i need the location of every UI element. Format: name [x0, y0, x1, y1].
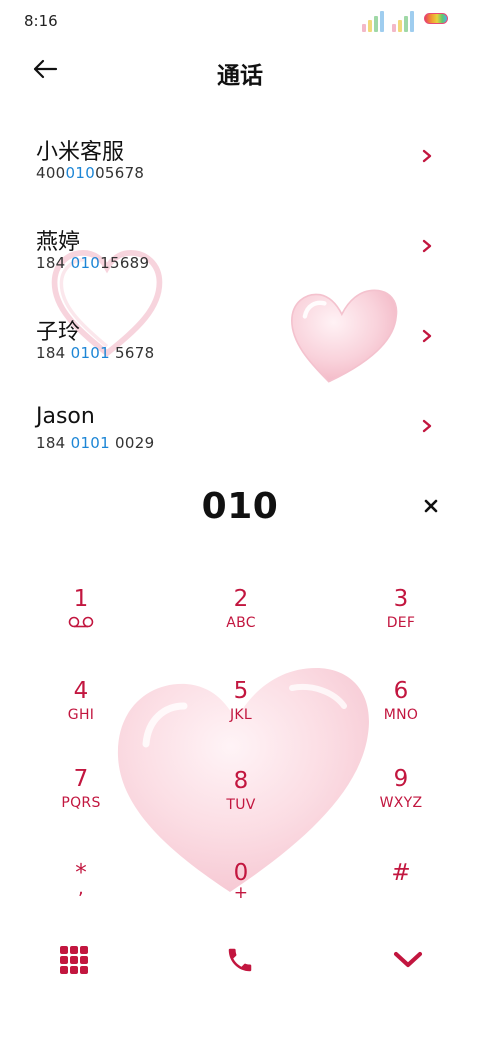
key-digit: 1	[73, 586, 89, 612]
key-hash[interactable]: #	[326, 834, 476, 914]
key-5[interactable]: 5 JKL	[166, 652, 316, 732]
number-suffix: 0029	[109, 434, 155, 452]
key-digit: 7	[73, 766, 89, 792]
contact-name: Jason	[36, 404, 95, 429]
key-0[interactable]: 0 +	[166, 834, 316, 914]
clear-button[interactable]	[418, 493, 444, 519]
key-1[interactable]: 1	[6, 560, 156, 640]
grid-icon	[60, 946, 88, 974]
wifi-icon	[392, 10, 416, 32]
contact-number: 40001005678	[36, 164, 144, 182]
contact-name: 子玲	[36, 320, 81, 345]
status-time: 8:16	[24, 12, 58, 30]
contact-name: 小米客服	[36, 140, 125, 165]
key-6[interactable]: 6 MNO	[326, 652, 476, 732]
key-letters: PQRS	[61, 795, 101, 811]
key-star[interactable]: * ,	[6, 834, 156, 914]
number-suffix: 5678	[109, 344, 155, 362]
chevron-right-icon	[422, 419, 432, 433]
key-digit: 9	[393, 766, 409, 792]
call-button[interactable]	[218, 938, 262, 982]
key-digit: 5	[233, 678, 249, 704]
voicemail-icon	[68, 616, 94, 628]
contact-item[interactable]: 子玲 184 0101 5678	[0, 300, 480, 390]
bottom-bar	[0, 930, 480, 990]
number-prefix: 184	[36, 434, 71, 452]
key-letters: JKL	[229, 707, 252, 723]
key-digit: 4	[73, 678, 89, 704]
phone-icon	[228, 948, 252, 972]
keypad-toggle-button[interactable]	[52, 938, 96, 982]
key-7[interactable]: 7 PQRS	[6, 740, 156, 820]
number-suffix: 15689	[100, 254, 150, 272]
key-digit: 8	[233, 768, 249, 794]
key-letters: MNO	[383, 707, 419, 723]
number-match: 0101	[70, 344, 110, 362]
number-match: 010	[65, 164, 96, 182]
contact-number: 184 0101 0029	[36, 434, 154, 452]
number-match: 010	[70, 254, 101, 272]
chevron-right-icon	[422, 239, 432, 253]
contact-number: 184 01015689	[36, 254, 149, 272]
key-digit: 3	[393, 586, 409, 612]
number-suffix: 05678	[95, 164, 145, 182]
number-match: 0101	[70, 434, 110, 452]
number-prefix: 184	[36, 344, 71, 362]
chevron-down-icon	[393, 951, 423, 968]
key-4[interactable]: 4 GHI	[6, 652, 156, 732]
key-letters: ABC	[226, 615, 256, 631]
dial-input[interactable]: 010	[0, 486, 480, 527]
key-digit: 2	[233, 586, 249, 612]
contact-item[interactable]: 小米客服 40001005678	[0, 120, 480, 210]
battery-icon	[424, 13, 448, 24]
key-digit: 6	[393, 678, 409, 704]
key-letters: GHI	[67, 707, 95, 723]
chevron-right-icon	[422, 149, 432, 163]
key-letters: TUV	[226, 797, 256, 813]
key-letters: ,	[77, 878, 85, 899]
signal-icon	[362, 10, 386, 32]
contact-name: 燕婷	[36, 230, 81, 255]
contact-number: 184 0101 5678	[36, 344, 154, 362]
header: 通话	[0, 46, 480, 96]
key-letters: DEF	[386, 615, 416, 631]
key-digit: #	[391, 860, 411, 886]
key-2[interactable]: 2 ABC	[166, 560, 316, 640]
key-letters: WXYZ	[379, 795, 423, 811]
number-prefix: 400	[36, 164, 66, 182]
key-9[interactable]: 9 WXYZ	[326, 740, 476, 820]
key-letters: +	[233, 883, 249, 903]
chevron-right-icon	[422, 329, 432, 343]
number-prefix: 184	[36, 254, 71, 272]
collapse-keypad-button[interactable]	[386, 938, 430, 982]
status-bar: 8:16	[0, 0, 480, 40]
contact-item[interactable]: Jason 184 0101 0029	[0, 390, 480, 480]
close-icon	[424, 499, 438, 513]
page-title: 通话	[217, 63, 263, 89]
contact-list: 小米客服 40001005678 燕婷 184 01015689 子玲 184 …	[0, 120, 480, 480]
key-8[interactable]: 8 TUV	[166, 742, 316, 822]
key-3[interactable]: 3 DEF	[326, 560, 476, 640]
contact-item[interactable]: 燕婷 184 01015689	[0, 210, 480, 300]
